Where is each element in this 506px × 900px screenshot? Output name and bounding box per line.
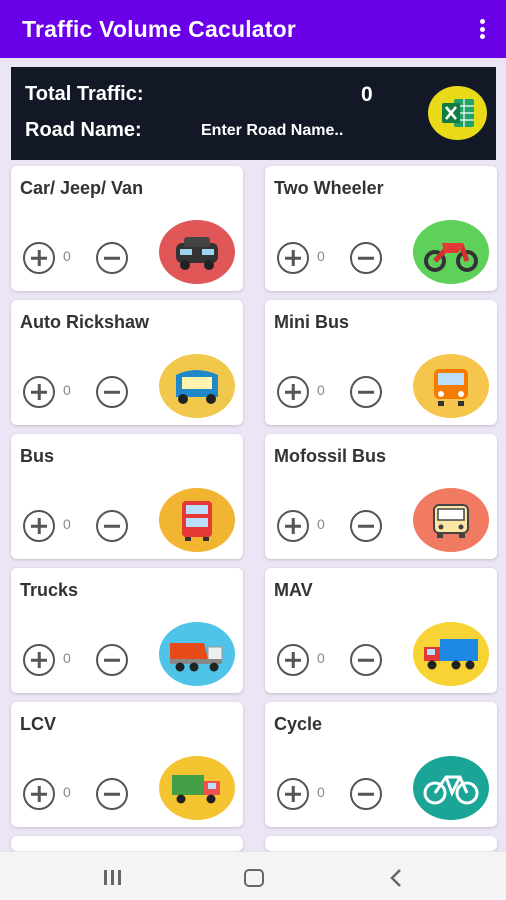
vehicle-card-partial xyxy=(265,836,497,851)
vehicle-name: Cycle xyxy=(274,714,323,734)
increment-icon[interactable] xyxy=(23,242,55,274)
vehicle-card-trucks: Trucks 0 xyxy=(11,568,243,693)
increment-icon[interactable] xyxy=(23,510,55,542)
mini-bus-icon xyxy=(413,354,489,418)
car-icon xyxy=(159,220,235,284)
vehicle-name: Trucks xyxy=(20,580,79,600)
vehicle-card-mav: MAV 0 xyxy=(265,568,497,693)
double-decker-bus-icon xyxy=(159,488,235,552)
app-bar: Traffic Volume Caculator xyxy=(0,0,506,58)
decrement-icon[interactable] xyxy=(96,644,128,676)
vehicle-name: LCV xyxy=(20,714,56,734)
overflow-menu-icon[interactable] xyxy=(472,16,492,42)
export-excel-button[interactable] xyxy=(428,86,487,140)
increment-icon[interactable] xyxy=(23,644,55,676)
vehicle-count: 0 xyxy=(63,382,71,398)
vehicle-count: 0 xyxy=(317,248,325,264)
excel-icon xyxy=(441,99,474,127)
vehicle-name: Bus xyxy=(20,446,55,466)
bus-front-icon xyxy=(413,488,489,552)
decrement-icon[interactable] xyxy=(350,510,382,542)
increment-icon[interactable] xyxy=(277,510,309,542)
vehicle-count: 0 xyxy=(63,248,71,264)
decrement-icon[interactable] xyxy=(96,242,128,274)
increment-icon[interactable] xyxy=(277,644,309,676)
decrement-icon[interactable] xyxy=(350,376,382,408)
increment-icon[interactable] xyxy=(277,778,309,810)
vehicle-name: Car/ Jeep/ Van xyxy=(20,178,144,198)
vehicle-card-cycle: Cycle 0 xyxy=(265,702,497,827)
vehicle-name: Mofossil Bus xyxy=(274,446,387,466)
decrement-icon[interactable] xyxy=(350,242,382,274)
motorcycle-icon xyxy=(413,220,489,284)
vehicle-card-partial xyxy=(11,836,243,851)
road-name-input[interactable] xyxy=(201,119,401,143)
total-traffic-value: 0 xyxy=(361,83,373,106)
increment-icon[interactable] xyxy=(23,376,55,408)
vehicle-count: 0 xyxy=(317,650,325,666)
vehicle-count: 0 xyxy=(63,784,71,800)
recent-apps-button[interactable] xyxy=(103,870,125,886)
vehicle-card-lcv: LCV 0 xyxy=(11,702,243,827)
increment-icon[interactable] xyxy=(277,242,309,274)
system-nav-bar xyxy=(0,851,506,900)
auto-rickshaw-icon xyxy=(159,354,235,418)
decrement-icon[interactable] xyxy=(96,376,128,408)
app-title: Traffic Volume Caculator xyxy=(22,15,297,42)
vehicle-count: 0 xyxy=(317,516,325,532)
vehicle-count: 0 xyxy=(63,516,71,532)
decrement-icon[interactable] xyxy=(96,510,128,542)
decrement-icon[interactable] xyxy=(350,644,382,676)
vehicle-card-mini-bus: Mini Bus 0 xyxy=(265,300,497,425)
vehicle-name: Mini Bus xyxy=(274,312,349,332)
vehicle-card-bus: Bus 0 xyxy=(11,434,243,559)
container-truck-icon xyxy=(413,622,489,686)
decrement-icon[interactable] xyxy=(96,778,128,810)
increment-icon[interactable] xyxy=(277,376,309,408)
road-name-label: Road Name: xyxy=(25,119,142,141)
light-truck-icon xyxy=(159,756,235,820)
vehicle-card-mofossil-bus: Mofossil Bus 0 xyxy=(265,434,497,559)
vehicle-count: 0 xyxy=(317,382,325,398)
vehicle-card-two-wheeler: Two Wheeler 0 xyxy=(265,166,497,291)
vehicle-name: MAV xyxy=(274,580,313,600)
increment-icon[interactable] xyxy=(23,778,55,810)
decrement-icon[interactable] xyxy=(350,778,382,810)
bicycle-icon xyxy=(413,756,489,820)
home-button[interactable] xyxy=(244,869,264,887)
vehicle-card-auto-rickshaw: Auto Rickshaw 0 xyxy=(11,300,243,425)
vehicle-count: 0 xyxy=(63,650,71,666)
back-button[interactable] xyxy=(389,868,403,888)
vehicle-name: Auto Rickshaw xyxy=(20,312,150,332)
total-traffic-label: Total Traffic: xyxy=(25,83,144,105)
dump-truck-icon xyxy=(159,622,235,686)
vehicle-card-car-jeep-van: Car/ Jeep/ Van 0 xyxy=(11,166,243,291)
vehicle-count: 0 xyxy=(317,784,325,800)
summary-panel: Total Traffic: 0 Road Name: xyxy=(11,67,496,160)
vehicle-name: Two Wheeler xyxy=(274,178,384,198)
